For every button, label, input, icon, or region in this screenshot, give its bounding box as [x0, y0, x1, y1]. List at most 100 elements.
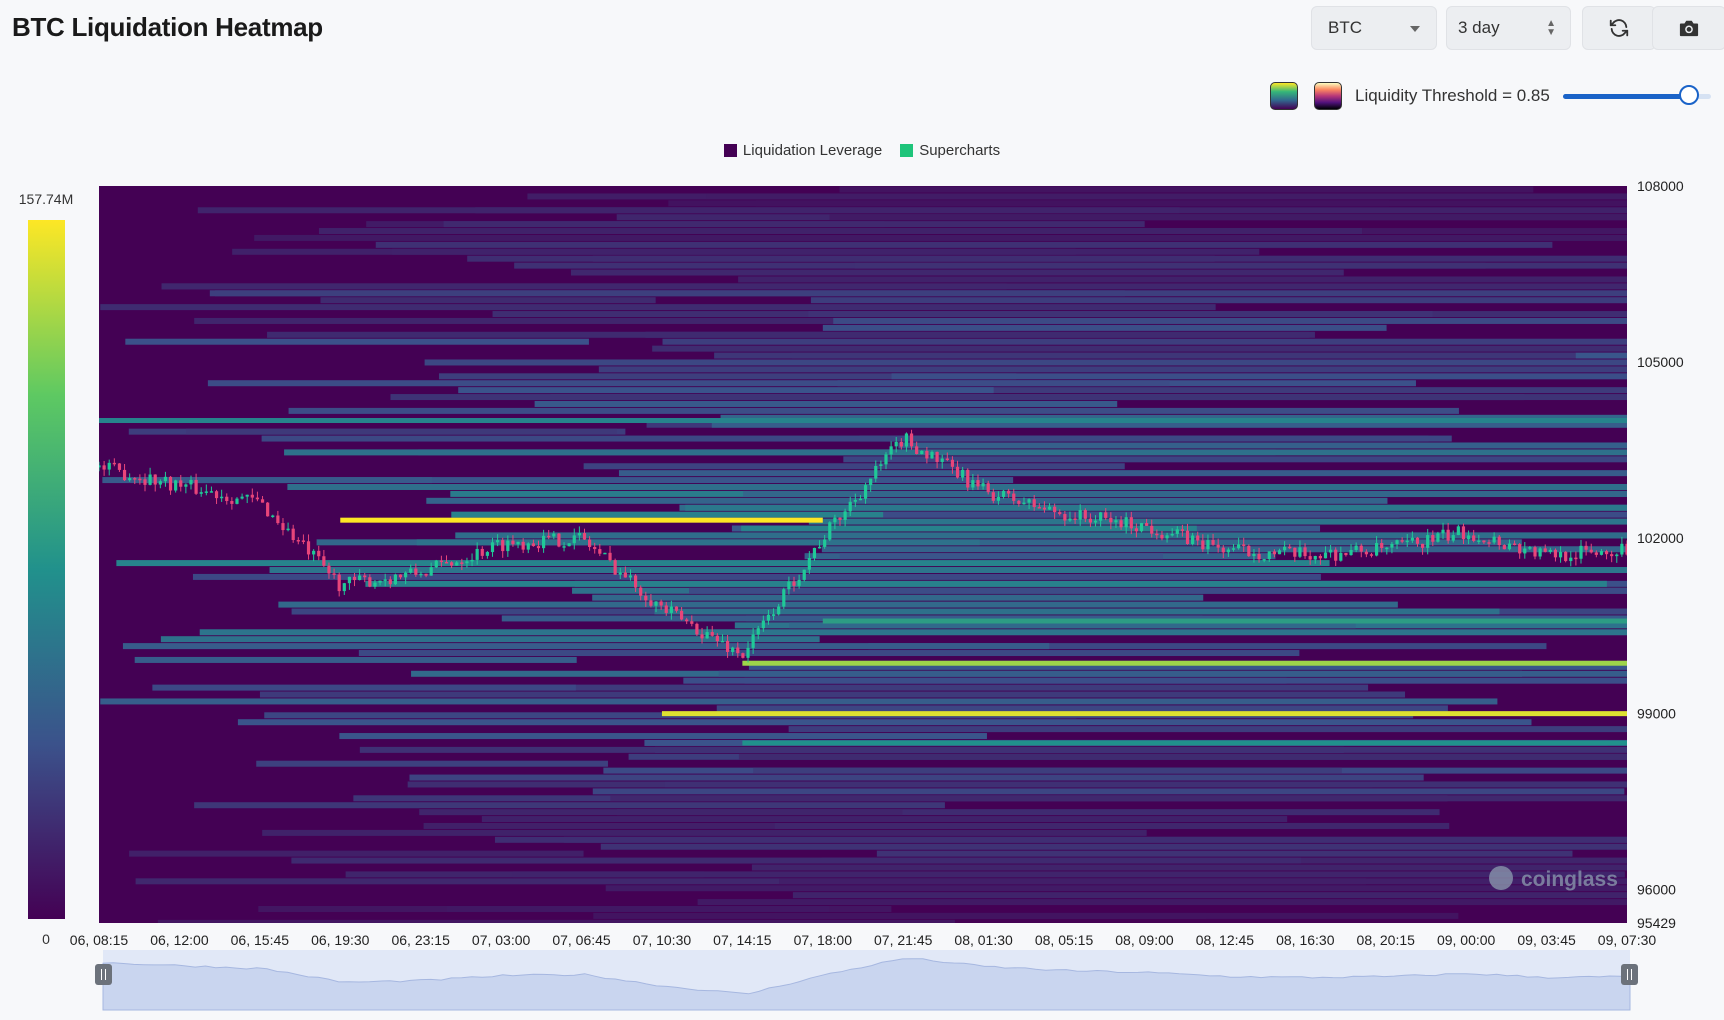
- candle-body: [398, 574, 403, 578]
- candle-body: [393, 574, 398, 585]
- candle-body: [935, 451, 939, 462]
- candle-body: [613, 560, 617, 575]
- candle-body: [848, 501, 852, 512]
- candle-body: [1160, 534, 1164, 539]
- candle-body: [281, 523, 285, 531]
- candle-body: [802, 569, 806, 580]
- candle-body: [1431, 535, 1435, 542]
- candle-body: [833, 517, 837, 523]
- candle-body: [863, 485, 868, 499]
- candle-body: [1461, 526, 1466, 540]
- candle-body: [536, 546, 541, 549]
- heat-band: [570, 269, 1344, 276]
- candle-body: [470, 559, 474, 562]
- heat-band: [129, 850, 584, 857]
- candle-body: [608, 552, 612, 561]
- candle-body: [1119, 520, 1123, 528]
- heatmap-chart: 157.74M 0 coinglass 108000 105000 102000 99…: [19, 178, 1684, 1011]
- candle-body: [511, 540, 515, 545]
- candle-body: [1007, 490, 1011, 494]
- candle-body: [439, 560, 443, 563]
- x-tick-label: 06, 12:00: [150, 932, 209, 948]
- heat-band: [254, 234, 1627, 241]
- candle-body: [1032, 499, 1036, 508]
- candle-body: [1400, 540, 1404, 542]
- candle-body: [915, 446, 919, 455]
- candle-body: [971, 480, 975, 488]
- candle-body: [1492, 536, 1496, 543]
- heat-band: [600, 843, 1627, 850]
- candle-body: [700, 634, 704, 639]
- heat-band: [259, 691, 1406, 698]
- candle-body: [1303, 547, 1307, 557]
- candle-body: [644, 595, 648, 601]
- heat-band: [774, 822, 1450, 829]
- heat-band: [256, 760, 608, 767]
- watermark: coinglass: [1489, 866, 1618, 891]
- candle-body: [649, 600, 653, 606]
- heat-band: [161, 283, 1627, 290]
- candle-body: [1589, 549, 1593, 553]
- candle-body: [593, 546, 597, 550]
- candle-body: [1599, 551, 1604, 555]
- x-tick-label: 07, 06:45: [552, 932, 611, 948]
- heat-band: [392, 248, 1260, 255]
- candle-body: [184, 484, 188, 487]
- candle-body: [1053, 506, 1057, 513]
- x-tick-label: 08, 16:30: [1276, 932, 1335, 948]
- candle-body: [664, 605, 668, 613]
- candle-body: [996, 496, 1001, 501]
- candle-body: [1410, 537, 1414, 541]
- candle-body: [1042, 507, 1047, 510]
- candle-body: [1196, 535, 1200, 541]
- candle-body: [1569, 557, 1573, 562]
- heat-band: [197, 207, 1180, 214]
- candle-body: [792, 581, 796, 586]
- candle-body: [312, 550, 316, 555]
- heat-band: [287, 483, 1627, 490]
- range-navigator[interactable]: [95, 950, 1638, 1011]
- candle-body: [1206, 540, 1210, 550]
- candle-body: [240, 496, 244, 499]
- candle-body: [342, 583, 346, 592]
- candle-body: [1226, 549, 1230, 553]
- heat-band: [375, 241, 1553, 248]
- heat-band: [654, 608, 1500, 615]
- candle-body: [102, 465, 106, 470]
- heat-band: [458, 387, 994, 394]
- candle-body: [455, 562, 459, 566]
- candle-body: [1548, 549, 1552, 552]
- candle-body: [1185, 530, 1190, 545]
- candle-body: [235, 498, 239, 504]
- candle-body: [1466, 535, 1471, 540]
- heat-band: [668, 200, 1627, 207]
- heat-band: [792, 892, 1627, 899]
- candle-body: [1277, 550, 1282, 555]
- heat-band: [718, 670, 1627, 677]
- candle-body: [879, 464, 883, 466]
- candle-body: [552, 533, 556, 537]
- candle-body: [1420, 543, 1425, 548]
- heat-band: [359, 746, 1627, 753]
- candle-body: [496, 540, 500, 543]
- navigator-right-handle[interactable]: [1621, 964, 1638, 985]
- candle-body: [909, 433, 914, 447]
- heat-band: [839, 553, 1163, 560]
- heat-band: [320, 297, 656, 304]
- x-tick-label: 06, 15:45: [231, 932, 290, 948]
- candle-body: [1058, 512, 1062, 515]
- navigator-left-handle[interactable]: [95, 964, 112, 985]
- candle-body: [639, 587, 643, 596]
- candle-body: [899, 441, 903, 447]
- candle-body: [1334, 549, 1338, 561]
- candle-body: [1528, 547, 1532, 549]
- candle-body: [628, 575, 633, 578]
- candle-body: [1487, 542, 1491, 544]
- liquidation-level: [340, 517, 823, 523]
- heat-band: [592, 594, 1204, 601]
- heat-band: [664, 781, 1627, 788]
- candle-body: [450, 562, 454, 566]
- candle-body: [301, 540, 306, 542]
- candle-body: [1272, 551, 1276, 555]
- candle-body: [1369, 554, 1374, 556]
